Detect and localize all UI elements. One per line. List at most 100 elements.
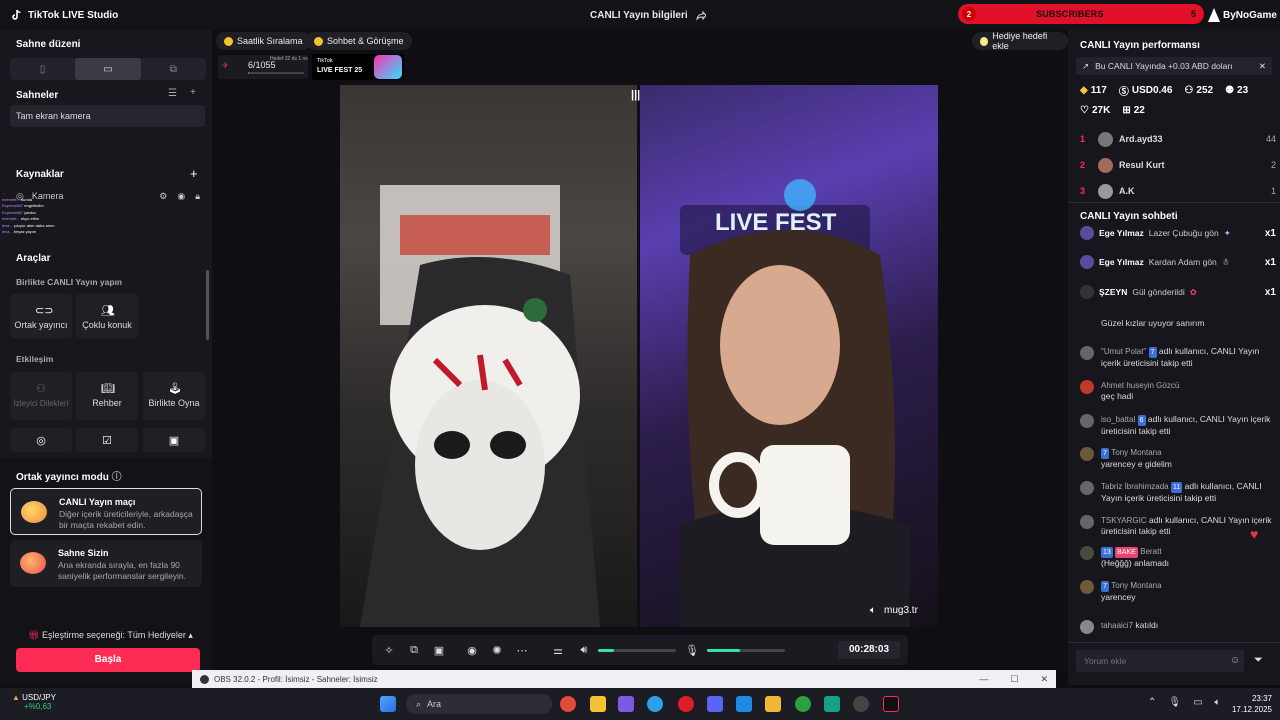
live-info-button[interactable]: CANLI Yayın bilgileri [590, 10, 707, 21]
folder-icon[interactable] [765, 696, 781, 712]
mic-slider[interactable] [707, 649, 785, 652]
chrome-2-icon[interactable] [795, 696, 811, 712]
stage-mode[interactable]: Sahne Sizin Ana ekranda sırayla, en fazl… [10, 540, 202, 587]
portrait-layout-button[interactable]: ▯ [10, 58, 75, 80]
close-icon[interactable]: ✕ [1259, 61, 1266, 72]
scene-item[interactable]: Tam ekran kamera [10, 105, 205, 127]
more-icon[interactable]: ⋯ [515, 643, 529, 657]
app-title: TikTok LIVE Studio [10, 9, 118, 21]
comment-input[interactable] [1076, 650, 1244, 672]
fx-widget[interactable]: ▲ USD/JPY +%0,63 [12, 693, 56, 711]
taskbar-search[interactable]: ⌕ Ara [406, 694, 552, 714]
tool-label: Çoklu konuk [82, 320, 132, 330]
maximize-icon[interactable]: ☐ [1010, 674, 1018, 685]
eye-icon[interactable]: ◉ [177, 191, 185, 202]
add-source-icon[interactable]: + [190, 166, 198, 181]
landscape-layout-button[interactable]: ▭ [75, 58, 141, 80]
tool-label: Rehber [92, 398, 122, 408]
edge-icon[interactable] [647, 696, 663, 712]
rose-icon: ✿ [1189, 286, 1197, 297]
video-preview: LIVE FEST Görev mx ||| 🔈︎ mug3.tr [340, 85, 938, 627]
file-explorer-icon[interactable] [590, 696, 606, 712]
volume-icon[interactable]: 🔊︎ [577, 643, 591, 657]
checklist-icon: ☑ [102, 435, 112, 447]
app-name: TikTok LIVE Studio [28, 9, 119, 21]
bynogame-logo: ByNoGame [1208, 2, 1280, 28]
chip-label: Saatlik Sıralama [237, 36, 303, 46]
speaker-tray-icon[interactable]: 🔈︎ [1215, 697, 1221, 708]
tiktok-taskbar-icon[interactable] [883, 696, 899, 712]
dual-layout-button[interactable]: ⧉ [141, 58, 206, 80]
record-icon[interactable]: ◉ [465, 643, 479, 657]
screen-add-icon[interactable]: ⧉ [407, 643, 421, 657]
mic-tray-icon[interactable]: 🎙︎ [1168, 697, 1181, 708]
ranking-row[interactable]: 1 Ard.ayd33 44 [1080, 128, 1276, 150]
streamer-skull-illustration [360, 185, 600, 627]
live-match-mode[interactable]: CANLI Yayın maçı Diğer içerik üreticiler… [10, 488, 202, 535]
effects-icon[interactable]: ✺ [490, 643, 504, 657]
clock[interactable]: 23:37 17.12.2025 [1222, 693, 1272, 715]
match-option-dropdown[interactable]: 🎁︎ Eşleştirme seçeneği: Tüm Hediyeler ▴ [28, 630, 193, 641]
microphone-icon[interactable]: 🎙︎ [685, 643, 699, 657]
avatar [1080, 481, 1094, 495]
start-button[interactable]: Başla [16, 648, 200, 672]
chat-overlay-preview: ... mehmet... bunda Express667 engelledi… [2, 190, 97, 260]
speaker-icon[interactable]: 🔈︎ [870, 605, 876, 616]
multi-guest-tool[interactable]: 👥︎ Çoklu konuk [76, 294, 138, 338]
display-icon[interactable]: ▭ [1193, 697, 1202, 708]
tool-card-partial[interactable]: ◎ [10, 428, 72, 452]
mail-icon[interactable] [736, 696, 752, 712]
avatar [1080, 380, 1094, 394]
teams-icon[interactable] [618, 696, 634, 712]
chevron-up-icon[interactable]: ⌃ [1148, 697, 1156, 708]
hourly-ranking-chip[interactable]: Saatlik Sıralama [216, 32, 311, 50]
book-icon: 📖︎ [101, 383, 115, 395]
windows-start-icon[interactable] [380, 696, 396, 712]
settings-icon[interactable]: ⚙ [159, 191, 167, 202]
split-handle-icon[interactable]: ||| [631, 89, 647, 103]
viewer-requests-tool[interactable]: ⚇ İzleyici Dilekleri [10, 372, 72, 420]
guide-tool[interactable]: 📖︎ Rehber [76, 372, 138, 420]
app-icon[interactable] [824, 696, 840, 712]
chrome-icon[interactable] [560, 696, 576, 712]
cohost-tool[interactable]: ⊂⊃ Ortak yayıncı [10, 294, 72, 338]
help-icon[interactable]: ⓘ [112, 472, 122, 483]
ranking-row[interactable]: 2 Resul Kurt 2 [1080, 154, 1276, 176]
play-together-tool[interactable]: 🕹︎ Birlikte Oyna [143, 372, 205, 420]
tool-card-partial[interactable]: ▣ [143, 428, 205, 452]
mic-fill [707, 649, 740, 652]
tool-card-partial[interactable]: ☑ [76, 428, 138, 452]
divider [1068, 202, 1280, 203]
layout-icon[interactable]: ▣ [432, 643, 446, 657]
volume-slider[interactable] [598, 649, 676, 652]
lock-icon[interactable]: 🔒︎ [195, 191, 200, 202]
share-icon [695, 10, 707, 21]
close-icon[interactable]: ✕ [1040, 674, 1048, 685]
goal-sub: Hedef 32 ds 1 ns [270, 56, 308, 62]
ranking-row[interactable]: 3 A.K 1 [1080, 180, 1276, 202]
subscribers-widget: 2 SUBSCRIBERS 5 [958, 4, 1204, 24]
magic-wand-icon[interactable]: ✧ [382, 643, 396, 657]
gift-goal-chip[interactable]: Hediye hedefi ekle [972, 31, 1068, 51]
discord-icon[interactable] [707, 696, 723, 712]
box-icon: ▣ [168, 435, 180, 447]
opera-icon[interactable] [678, 696, 694, 712]
list-icon[interactable]: ☰ [168, 88, 177, 99]
camera-feed-right: LIVE FEST Görev mx [640, 85, 938, 627]
volume-fill [598, 649, 614, 652]
obs-taskbar-icon[interactable] [853, 696, 869, 712]
add-scene-icon[interactable]: + [190, 87, 196, 98]
perf-title: CANLI Yayın performansı [1080, 40, 1200, 51]
preview-controls: ✧ ⧉ ▣ ◉ ✺ ⋯ ⚌ 🔊︎ 🎙︎ 00:28:03 [372, 635, 908, 665]
filter-icon[interactable]: ⏷ [1254, 654, 1263, 667]
overlay-line: lexa... beyaz yayım [2, 229, 37, 234]
dual-screen-icon: ⧉ [169, 63, 177, 75]
left-scrollbar[interactable] [206, 270, 209, 340]
heart-icon: ♥ [1250, 526, 1259, 542]
chat-call-chip[interactable]: Sohbet & Görüşme [306, 32, 412, 50]
avatar [1098, 183, 1113, 199]
equalizer-icon[interactable]: ⚌ [551, 643, 565, 657]
emoji-icon[interactable]: ☺ [1230, 655, 1240, 666]
obs-window-bar[interactable]: OBS 32.0.2 - Profil: İsimsiz - Sahneler:… [192, 670, 1056, 688]
minimize-icon[interactable]: — [979, 674, 988, 685]
